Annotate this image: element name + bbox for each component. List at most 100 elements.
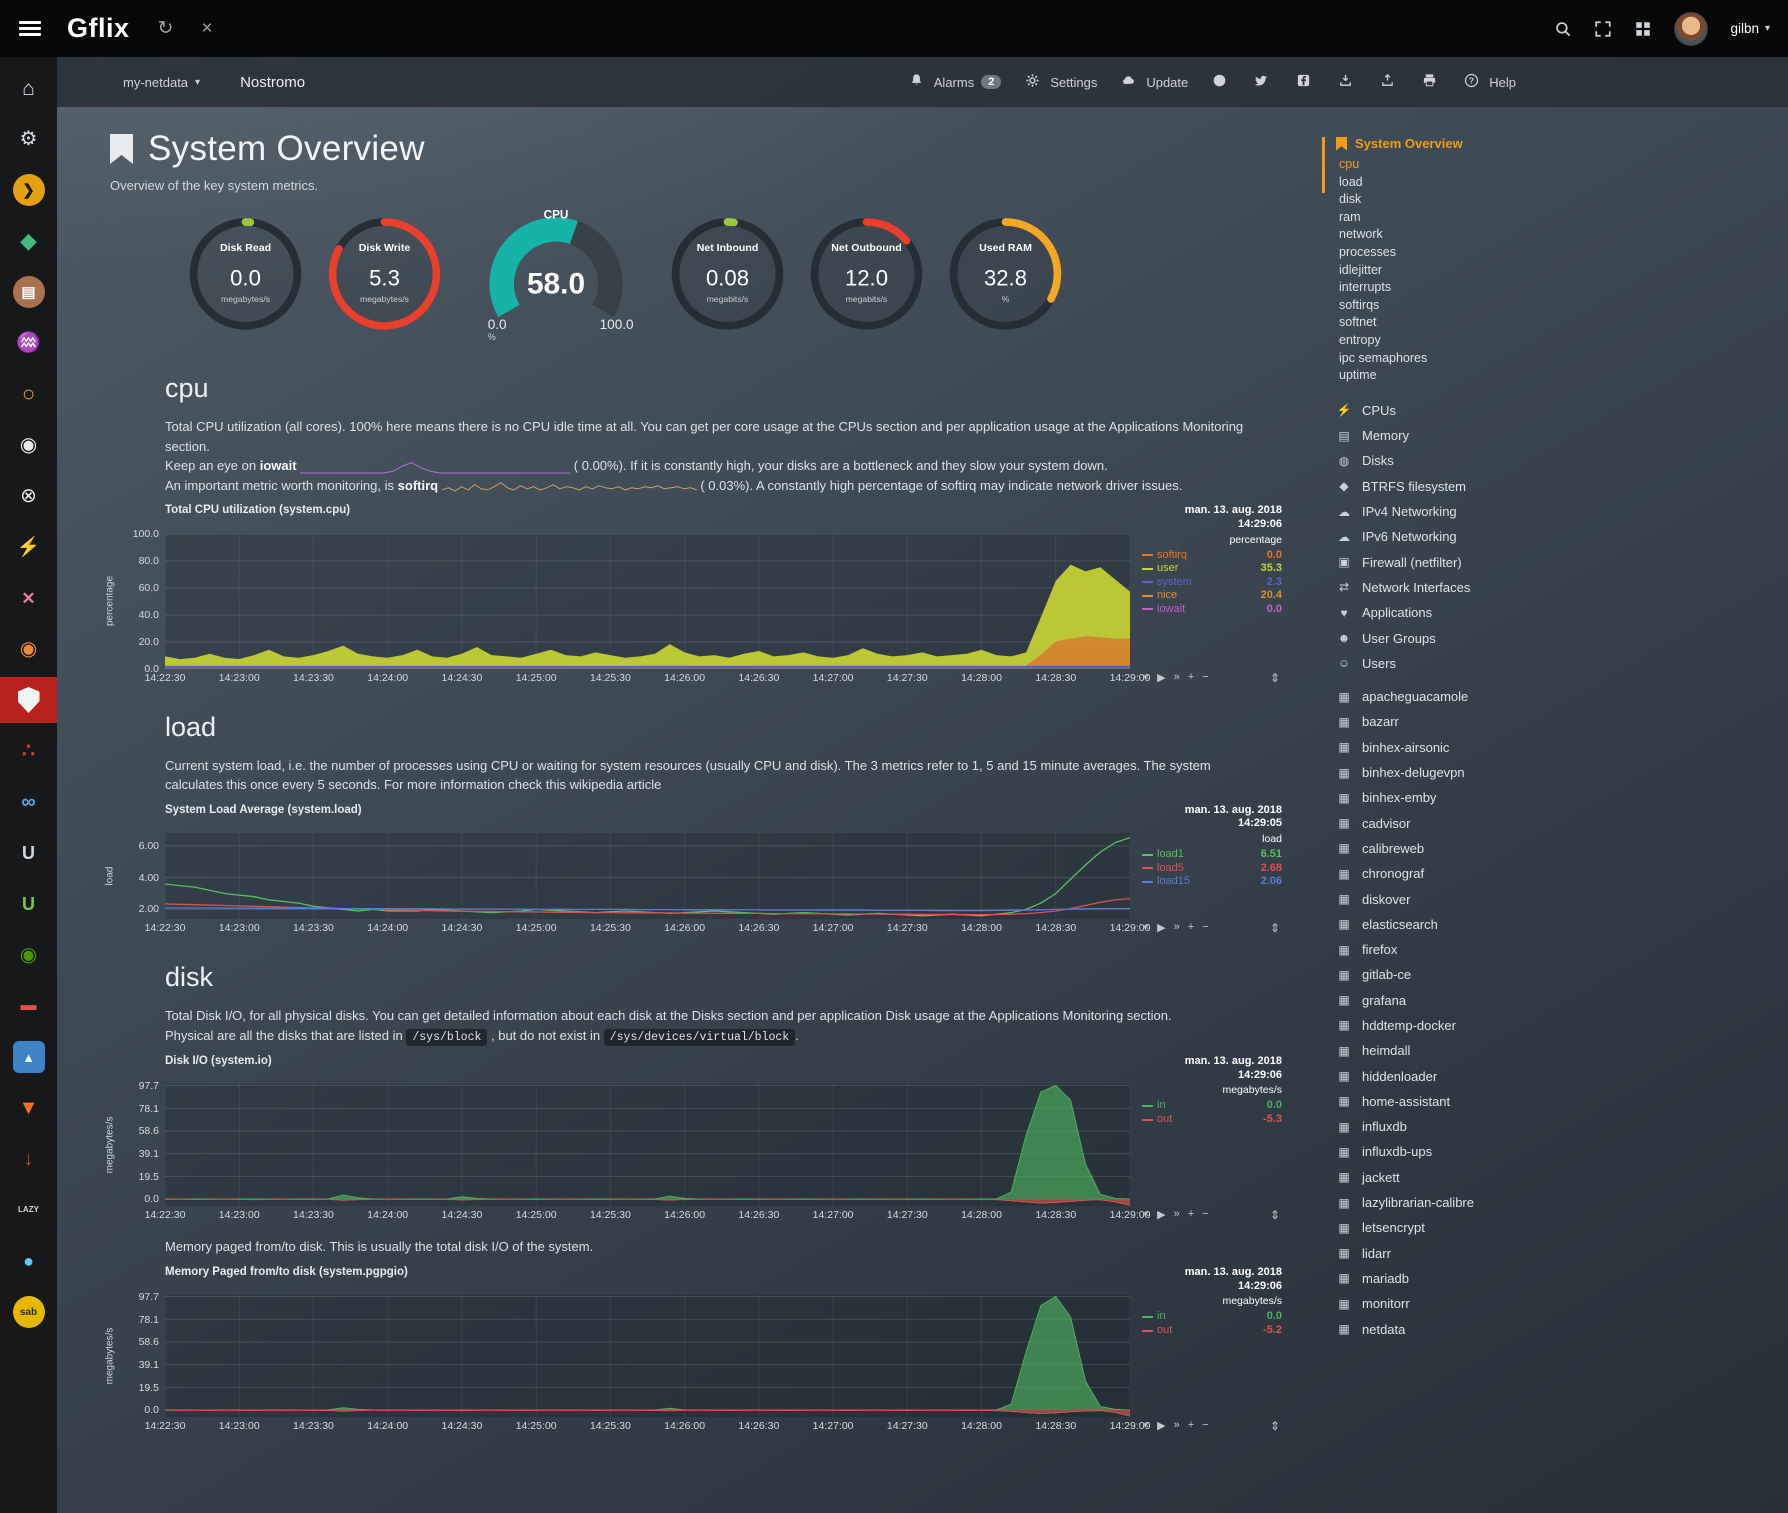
alarms-button[interactable]: Alarms2 — [909, 73, 1002, 91]
nav-app-lidarr[interactable]: ▦lidarr — [1336, 1241, 1765, 1266]
pgpgio-legend-in[interactable]: in0.0 — [1142, 1310, 1282, 1324]
cpu-zoom-out-button[interactable]: − — [1202, 671, 1208, 684]
net-outbound-gauge[interactable]: Net Outbound12.0megabits/s — [804, 208, 929, 336]
nav-item-interrupts[interactable]: interrupts — [1339, 279, 1765, 297]
nav-item-softnet[interactable]: softnet — [1339, 314, 1765, 332]
nav-app-influxdb-ups[interactable]: ▦influxdb-ups — [1336, 1139, 1765, 1164]
gitlab-app-icon[interactable]: ▼ — [0, 1085, 57, 1131]
nav-app-letsencrypt[interactable]: ▦letsencrypt — [1336, 1215, 1765, 1240]
pgpgio-plot-area[interactable] — [165, 1295, 1130, 1417]
nav-app-binhex-delugevpn[interactable]: ▦binhex-delugevpn — [1336, 760, 1765, 785]
print-button[interactable] — [1422, 73, 1440, 91]
nav-app-calibreweb[interactable]: ▦calibreweb — [1336, 836, 1765, 861]
cpu-pan-right-button[interactable]: » — [1174, 671, 1180, 684]
plex-app-icon[interactable]: ❯ — [0, 167, 57, 213]
load-legend-load1[interactable]: load16.51 — [1142, 848, 1282, 862]
io-zoom-in-button[interactable]: + — [1188, 1208, 1194, 1221]
nav-app-hddtemp-docker[interactable]: ▦hddtemp-docker — [1336, 1013, 1765, 1038]
net-inbound-gauge[interactable]: Net Inbound0.08megabits/s — [665, 208, 790, 336]
nav-item-softirqs[interactable]: softirqs — [1339, 297, 1765, 315]
nav-section-disks[interactable]: ◍Disks — [1336, 448, 1765, 473]
pgpgio-chart[interactable]: Memory Paged from/to disk (system.pgpgio… — [102, 1266, 1282, 1435]
blue-square-app-icon[interactable]: ▲ — [0, 1034, 57, 1080]
nav-app-home-assistant[interactable]: ▦home-assistant — [1336, 1089, 1765, 1114]
nav-item-idlejitter[interactable]: idlejitter — [1339, 262, 1765, 280]
hostname[interactable]: Nostromo — [240, 74, 305, 91]
nav-app-firefox[interactable]: ▦firefox — [1336, 937, 1765, 962]
home-icon[interactable]: ⌂ — [0, 65, 57, 111]
red-download-app-icon[interactable]: ↓ — [0, 1136, 57, 1182]
soundwave-app-icon[interactable]: ♒ — [0, 320, 57, 366]
pgpgio-pan-right-button[interactable]: » — [1174, 1419, 1180, 1432]
nav-section-memory[interactable]: ▤Memory — [1336, 423, 1765, 448]
io-play-button[interactable]: ▶ — [1157, 1208, 1165, 1221]
facebook-link[interactable] — [1296, 73, 1314, 91]
user-avatar[interactable] — [1674, 12, 1708, 46]
circle-x-app-icon[interactable]: ⊗ — [0, 473, 57, 519]
nav-app-binhex-emby[interactable]: ▦binhex-emby — [1336, 785, 1765, 810]
io-legend-in[interactable]: in0.0 — [1142, 1099, 1282, 1113]
brand-logo[interactable]: Gflix — [67, 13, 130, 44]
softirq-sparkline[interactable] — [442, 478, 697, 493]
nav-item-entropy[interactable]: entropy — [1339, 332, 1765, 350]
nav-app-gitlab-ce[interactable]: ▦gitlab-ce — [1336, 962, 1765, 987]
nav-item-disk[interactable]: disk — [1339, 191, 1765, 209]
nav-app-jackett[interactable]: ▦jackett — [1336, 1165, 1765, 1190]
nav-section-applications[interactable]: ♥Applications — [1336, 600, 1765, 625]
load-pan-left-button[interactable]: « — [1143, 921, 1149, 934]
nav-app-bazarr[interactable]: ▦bazarr — [1336, 709, 1765, 734]
disk-write-gauge[interactable]: Disk Write5.3megabytes/s — [322, 208, 447, 336]
fullscreen-icon[interactable] — [1594, 20, 1612, 38]
nav-section-firewall-netfilter-[interactable]: ▣Firewall (netfilter) — [1336, 550, 1765, 575]
nav-app-cadvisor[interactable]: ▦cadvisor — [1336, 810, 1765, 835]
used-ram-gauge[interactable]: Used RAM32.8% — [943, 208, 1068, 336]
load-play-button[interactable]: ▶ — [1157, 921, 1165, 934]
help-button[interactable]: ?Help — [1464, 73, 1516, 91]
nav-app-monitorr[interactable]: ▦monitorr — [1336, 1291, 1765, 1316]
nav-item-ipc-semaphores[interactable]: ipc semaphores — [1339, 350, 1765, 368]
nav-item-processes[interactable]: processes — [1339, 244, 1765, 262]
github-link[interactable] — [1212, 73, 1230, 91]
scissors-app-icon[interactable]: ✕ — [0, 575, 57, 621]
pgpgio-zoom-in-button[interactable]: + — [1188, 1419, 1194, 1432]
nav-app-influxdb[interactable]: ▦influxdb — [1336, 1114, 1765, 1139]
nav-app-apacheguacamole[interactable]: ▦apacheguacamole — [1336, 684, 1765, 709]
green-circle-app-icon[interactable]: ◉ — [0, 932, 57, 978]
bolt-app-icon[interactable]: ⚡ — [0, 524, 57, 570]
nav-section-ipv6-networking[interactable]: ☁IPv6 Networking — [1336, 524, 1765, 549]
pgpgio-resize-handle[interactable]: ⇕ — [1270, 1419, 1280, 1433]
disk-read-gauge[interactable]: Disk Read0.0megabytes/s — [183, 208, 308, 336]
refresh-icon[interactable]: ↻ — [158, 17, 174, 40]
nav-section-users[interactable]: ☺Users — [1336, 651, 1765, 676]
nav-app-binhex-airsonic[interactable]: ▦binhex-airsonic — [1336, 735, 1765, 760]
update-button[interactable]: Update — [1121, 73, 1188, 91]
red-dots-app-icon[interactable]: ∴ — [0, 728, 57, 774]
cpu-legend-nice[interactable]: nice20.4 — [1142, 589, 1282, 603]
io-pan-left-button[interactable]: « — [1143, 1208, 1149, 1221]
round-white-app-icon[interactable]: ◉ — [0, 422, 57, 468]
io-plot-area[interactable] — [165, 1084, 1130, 1206]
load-plot-area[interactable] — [165, 833, 1130, 919]
nav-section-system-overview[interactable]: System Overview — [1336, 136, 1765, 151]
settings-button[interactable]: Settings — [1025, 73, 1097, 91]
settings-gear-icon[interactable]: ⚙ — [0, 116, 57, 162]
green-diamond-app-icon[interactable]: ◆ — [0, 218, 57, 264]
nav-item-cpu[interactable]: cpu — [1339, 156, 1765, 174]
nav-app-hiddenloader[interactable]: ▦hiddenloader — [1336, 1063, 1765, 1088]
load-resize-handle[interactable]: ⇕ — [1270, 921, 1280, 935]
search-app-icon[interactable]: ○ — [0, 371, 57, 417]
cpu-plot-area[interactable] — [165, 534, 1130, 669]
nav-app-lazylibrarian-calibre[interactable]: ▦lazylibrarian-calibre — [1336, 1190, 1765, 1215]
load-pan-right-button[interactable]: » — [1174, 921, 1180, 934]
nav-item-network[interactable]: network — [1339, 226, 1765, 244]
export-button[interactable] — [1380, 73, 1398, 91]
sab-app-icon[interactable]: sab — [0, 1289, 57, 1335]
pills-app-icon[interactable]: ▬ — [0, 983, 57, 1029]
search-icon[interactable] — [1554, 20, 1572, 38]
import-button[interactable] — [1338, 73, 1356, 91]
pgpgio-pan-left-button[interactable]: « — [1143, 1419, 1149, 1432]
cpu-legend-user[interactable]: user35.3 — [1142, 562, 1282, 576]
io-resize-handle[interactable]: ⇕ — [1270, 1208, 1280, 1222]
pgpgio-play-button[interactable]: ▶ — [1157, 1419, 1165, 1432]
cpu-resize-handle[interactable]: ⇕ — [1270, 671, 1280, 685]
